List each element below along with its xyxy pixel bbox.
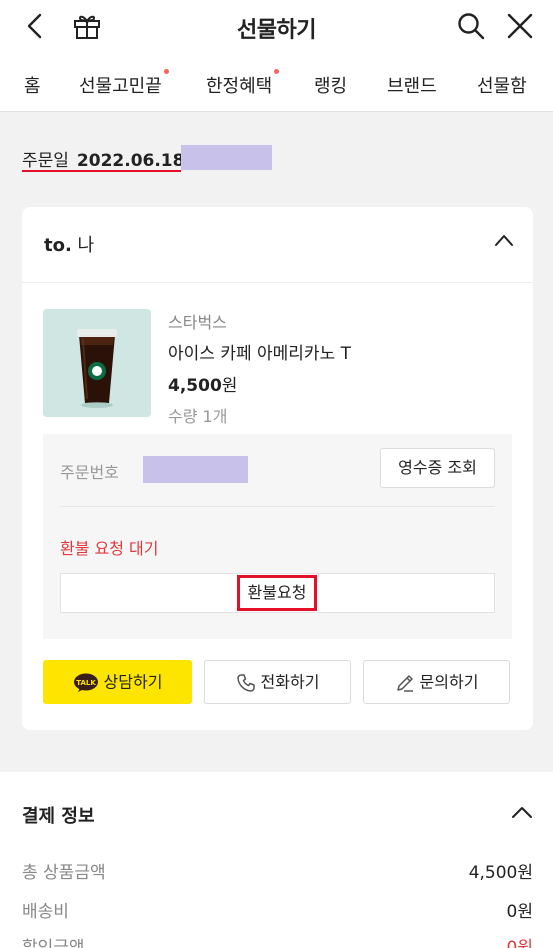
chevron-down-icon: ⌄: [89, 938, 105, 948]
product-info: 스타벅스 아이스 카페 아메리카노 T 4,500원 수량 1개: [168, 309, 351, 427]
tab-label: 홈: [24, 76, 41, 97]
kakao-talk-icon: TALK: [73, 673, 98, 692]
svg-text:TALK: TALK: [76, 679, 96, 687]
product-image[interactable]: [43, 309, 151, 417]
recipient-name: 나: [77, 235, 95, 256]
gift-order-card: to. 나 스타벅스 아이스 카페 아메리카노 T 4,500원 수량 1개 주…: [22, 207, 533, 730]
divider: [22, 282, 533, 283]
pencil-icon: [396, 674, 413, 692]
tab-label: 선물함: [477, 76, 527, 97]
order-date-value: 2022.06.18: [76, 151, 185, 171]
payment-row-label: 총 상품금액: [22, 863, 106, 883]
redacted-block: [143, 456, 248, 483]
talk-label: 상담하기: [103, 672, 163, 692]
product-price: 4,500원: [168, 371, 351, 396]
search-icon[interactable]: [456, 11, 486, 41]
call-button[interactable]: 전화하기: [204, 660, 351, 704]
price-unit: 원: [221, 376, 238, 396]
tab-label: 한정혜택: [206, 76, 273, 97]
tab-home[interactable]: 홈: [24, 72, 41, 98]
product-name[interactable]: 아이스 카페 아메리카노 T: [168, 339, 351, 364]
payment-row-value: 0원: [506, 938, 533, 948]
phone-icon: [236, 673, 255, 692]
payment-info-section: 결제 정보 총 상품금액 4,500원 배송비 0원 할인금액 ⌄ 0원: [0, 772, 553, 948]
tab-label: 랭킹: [314, 76, 348, 97]
payment-row-label: 할인금액 ⌄: [22, 933, 104, 948]
inquiry-label: 문의하기: [419, 672, 479, 692]
product-quantity: 수량 1개: [168, 407, 228, 426]
order-date-label: 주문일: [22, 151, 69, 171]
payment-row-value: 0원: [506, 902, 533, 922]
receipt-button[interactable]: 영수증 조회: [380, 448, 495, 488]
refund-status: 환불 요청 대기: [60, 539, 159, 558]
tab-gift-ideas[interactable]: 선물고민끝: [79, 69, 169, 98]
tab-giftbox[interactable]: 선물함: [477, 72, 527, 98]
refund-request-button[interactable]: 환불요청: [237, 575, 317, 611]
close-icon[interactable]: [505, 11, 535, 41]
highlight-underline: [22, 170, 181, 172]
new-dot-badge: [274, 69, 280, 74]
payment-row-value: 4,500원: [468, 863, 533, 883]
tab-brand[interactable]: 브랜드: [387, 72, 437, 98]
recipient-header: to. 나: [44, 231, 94, 257]
talk-consult-button[interactable]: TALK 상담하기: [43, 660, 192, 704]
chevron-up-icon[interactable]: [511, 805, 533, 819]
product-brand: 스타벅스: [168, 313, 227, 332]
payment-row-label: 배송비: [22, 902, 69, 922]
recipient-prefix: to.: [44, 235, 72, 256]
tab-label: 브랜드: [387, 76, 437, 97]
tab-limited-offers[interactable]: 한정혜택: [206, 69, 280, 98]
new-dot-badge: [163, 69, 169, 74]
discount-label: 할인금액: [22, 938, 85, 948]
category-tabs: 홈 선물고민끝 한정혜택 랭킹 브랜드 선물함: [0, 54, 553, 112]
iced-americano-image: [43, 309, 151, 417]
redacted-block: [181, 145, 272, 170]
tab-ranking[interactable]: 랭킹: [314, 72, 347, 98]
tab-label: 선물고민끝: [79, 76, 162, 97]
order-status-panel: 주문번호 영수증 조회 환불 요청 대기 환불요청: [43, 434, 512, 639]
order-date: 주문일 2022.06.18: [22, 146, 184, 172]
inquiry-button[interactable]: 문의하기: [363, 660, 510, 704]
chevron-up-icon[interactable]: [494, 233, 514, 247]
top-bar: 선물하기: [0, 0, 553, 54]
divider: [60, 506, 495, 507]
payment-title: 결제 정보: [22, 806, 95, 827]
order-number-label: 주문번호: [60, 463, 119, 482]
price-amount: 4,500: [168, 376, 222, 396]
call-label: 전화하기: [260, 672, 320, 692]
